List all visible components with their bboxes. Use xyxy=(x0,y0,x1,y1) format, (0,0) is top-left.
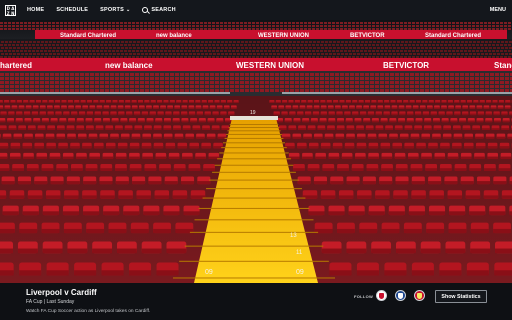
menu-button[interactable]: MENU xyxy=(490,0,506,20)
ad-board-text: Standard Chartered xyxy=(425,33,481,39)
chevron-down-icon: ⌄ xyxy=(126,7,131,13)
ad-board-text: new balance xyxy=(105,61,153,70)
nav-sports-label: SPORTS xyxy=(100,7,124,13)
menu-label: MENU xyxy=(489,7,506,13)
row-number: 09 xyxy=(205,269,213,276)
event-description: Watch FA Cup Soccer action as Liverpool … xyxy=(26,309,151,314)
liverpool-crest-icon[interactable] xyxy=(414,290,425,301)
ad-board-text: WESTERN UNION xyxy=(258,33,309,39)
cardiff-crest-icon[interactable] xyxy=(395,290,406,301)
row-number: 13 xyxy=(290,233,297,239)
ad-board-text: Standard Chartered xyxy=(60,33,116,39)
event-meta: FA Cup | Last Sunday xyxy=(26,299,75,305)
ad-board-text: BETVICTOR xyxy=(350,33,385,39)
search-icon xyxy=(142,7,149,13)
ad-board-text: WESTERN UNION xyxy=(236,61,304,70)
ad-board-text: hartered xyxy=(0,61,32,70)
fa-cup-crest-icon[interactable] xyxy=(376,290,387,301)
nav-home[interactable]: HOME xyxy=(27,7,44,13)
top-nav: D A Z N HOME SCHEDULE SPORTS ⌄ SEARCH ME… xyxy=(0,0,512,20)
event-info-panel: Liverpool v Cardiff FA Cup | Last Sunday… xyxy=(0,283,512,320)
event-title: Liverpool v Cardiff xyxy=(26,288,97,297)
nav-search-label: SEARCH xyxy=(151,7,176,13)
ad-board-text: Standa xyxy=(494,61,512,70)
dazn-logo[interactable]: D A Z N xyxy=(5,4,16,16)
nav-schedule[interactable]: SCHEDULE xyxy=(56,7,88,13)
ad-board-text: BETVICTOR xyxy=(383,61,429,70)
show-statistics-button[interactable]: Show Statistics xyxy=(435,290,487,303)
nav-search[interactable]: SEARCH xyxy=(142,7,176,13)
row-number: 11 xyxy=(296,250,303,256)
logo-letter: N xyxy=(11,10,15,16)
show-statistics-label: Show Statistics xyxy=(441,293,481,300)
row-number: 09 xyxy=(296,269,304,276)
nav-schedule-label: SCHEDULE xyxy=(56,7,89,13)
stadium-illustration: Standard Chartered new balance WESTERN UNI… xyxy=(0,20,512,283)
hero-image: Standard Chartered new balance WESTERN UNI… xyxy=(0,20,512,283)
nav-sports[interactable]: SPORTS ⌄ xyxy=(100,7,130,13)
follow-label: FOLLOW xyxy=(354,294,374,299)
nav-links: HOME SCHEDULE SPORTS ⌄ SEARCH xyxy=(27,7,176,13)
ad-board-text: new balance xyxy=(156,33,192,39)
row-number: 19 xyxy=(250,110,256,116)
